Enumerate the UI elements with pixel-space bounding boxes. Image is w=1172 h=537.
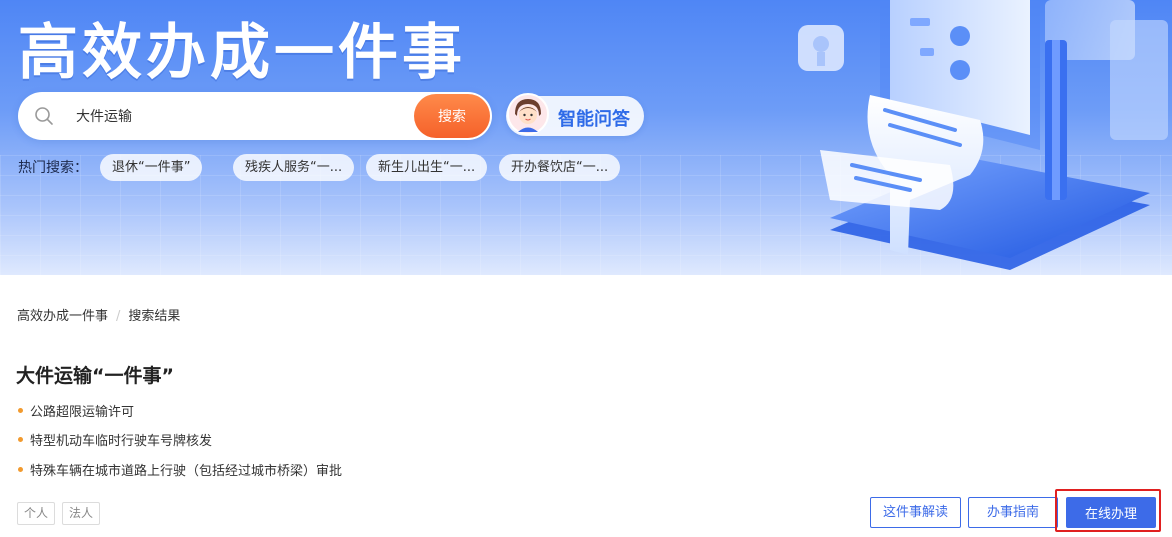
hot-search-tag[interactable]: 新生儿出生“一... bbox=[366, 154, 488, 181]
result-item-label: 公路超限运输许可 bbox=[30, 405, 135, 420]
breadcrumb-home-link[interactable]: 高效办成一件事 bbox=[17, 309, 108, 324]
document-illustration bbox=[798, 0, 1168, 270]
search-input[interactable] bbox=[76, 104, 406, 128]
hot-search-tag[interactable]: 残疾人服务“一... bbox=[233, 154, 355, 181]
breadcrumb: 高效办成一件事 / 搜索结果 bbox=[17, 305, 180, 324]
result-item-label: 特殊车辆在城市道路上行驶（包括经过城市桥梁）审批 bbox=[30, 464, 343, 479]
tag-individual: 个人 bbox=[17, 502, 56, 525]
search-icon bbox=[35, 107, 53, 125]
result-item: 特殊车辆在城市道路上行驶（包括经过城市桥梁）审批 bbox=[18, 460, 342, 479]
hot-search-tag[interactable]: 开办餐饮店“一... bbox=[499, 154, 621, 181]
search-box: 搜索 bbox=[18, 92, 492, 140]
banner-title: 高效办成一件事 bbox=[18, 18, 466, 88]
hot-search-label: 热门搜索： bbox=[18, 160, 88, 176]
assistant-avatar-icon bbox=[507, 93, 549, 135]
breadcrumb-current: 搜索结果 bbox=[128, 309, 181, 324]
guide-button[interactable]: 办事指南 bbox=[968, 497, 1058, 528]
hot-search-tag[interactable]: 退休“一件事” bbox=[100, 154, 203, 181]
search-button[interactable]: 搜索 bbox=[414, 94, 490, 138]
result-item: 特型机动车临时行驶车号牌核发 bbox=[18, 430, 212, 449]
bullet-dot-icon bbox=[18, 408, 23, 413]
bullet-dot-icon bbox=[18, 437, 23, 442]
result-item-label: 特型机动车临时行驶车号牌核发 bbox=[30, 434, 213, 449]
smart-qa-label: 智能问答 bbox=[558, 109, 630, 130]
result-item: 公路超限运输许可 bbox=[18, 401, 134, 420]
online-handle-button[interactable]: 在线办理 bbox=[1066, 497, 1156, 528]
tag-legal-entity: 法人 bbox=[62, 502, 101, 525]
bullet-dot-icon bbox=[18, 467, 23, 472]
smart-qa-button[interactable]: 智能问答 bbox=[506, 93, 644, 136]
breadcrumb-separator: / bbox=[116, 309, 121, 324]
result-title: 大件运输“一件事” bbox=[16, 365, 174, 387]
banner: 高效办成一件事 搜索 智能问答 热门搜索： 退休“一件事” 残疾人服务“一...… bbox=[0, 0, 1172, 275]
interpret-button[interactable]: 这件事解读 bbox=[870, 497, 962, 528]
